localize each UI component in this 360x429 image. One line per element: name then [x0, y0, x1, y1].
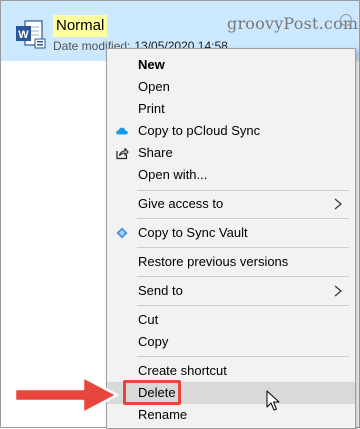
menu-item-send-to[interactable]: Send to [107, 280, 355, 302]
menu-item-label: Print [138, 101, 165, 116]
menu-item-copy[interactable]: Copy [107, 331, 355, 353]
menu-item-label: Copy [138, 334, 169, 349]
circle-icon [340, 14, 352, 26]
menu-item-label: Give access to [138, 196, 224, 211]
menu-item-print[interactable]: Print [107, 98, 355, 120]
menu-item-label: Send to [138, 283, 183, 298]
menu-item-label: Rename [138, 407, 188, 422]
menu-item-label: Open with... [138, 167, 208, 182]
menu-separator [137, 305, 349, 306]
menu-item-label: Restore previous versions [138, 254, 289, 269]
menu-separator [137, 247, 349, 248]
cloud-icon [116, 127, 128, 135]
sync-vault-icon [116, 227, 128, 239]
menu-separator [137, 276, 349, 277]
menu-separator [137, 190, 349, 191]
menu-item-new[interactable]: New [107, 54, 355, 76]
menu-item-label: Create shortcut [138, 363, 227, 378]
chevron-right-icon [334, 198, 342, 210]
menu-item-label: Share [138, 145, 173, 160]
svg-text:W: W [18, 29, 29, 41]
menu-item-open-with[interactable]: Open with... [107, 164, 355, 186]
menu-item-restore-previous-versions[interactable]: Restore previous versions [107, 251, 355, 273]
menu-item-label: Copy to pCloud Sync [138, 123, 261, 138]
menu-item-open[interactable]: Open [107, 76, 355, 98]
menu-item-copy-to-sync-vault[interactable]: Copy to Sync Vault [107, 222, 355, 244]
menu-item-rename[interactable]: Rename [107, 404, 355, 426]
mouse-cursor-icon [266, 390, 280, 411]
menu-item-label: New [138, 57, 165, 72]
menu-item-label: Copy to Sync Vault [138, 225, 248, 240]
menu-item-share[interactable]: Share [107, 142, 355, 164]
menu-item-label: Cut [138, 312, 159, 327]
annotation-highlight-box [123, 380, 181, 405]
word-document-icon: W [16, 20, 46, 49]
share-icon [116, 147, 129, 160]
file-name[interactable]: Normal [53, 15, 108, 37]
watermark: groovyPost.com [227, 14, 359, 33]
annotation-arrow [13, 375, 119, 415]
context-menu: New Open Print Copy to pCloud Sync Share… [106, 48, 356, 429]
chevron-right-icon [334, 285, 342, 297]
menu-separator [137, 218, 349, 219]
menu-separator [137, 356, 349, 357]
menu-item-copy-to-pcloud-sync[interactable]: Copy to pCloud Sync [107, 120, 355, 142]
menu-item-cut[interactable]: Cut [107, 309, 355, 331]
menu-item-label: Open [138, 79, 170, 94]
menu-item-create-shortcut[interactable]: Create shortcut [107, 360, 355, 382]
menu-item-give-access-to[interactable]: Give access to [107, 193, 355, 215]
